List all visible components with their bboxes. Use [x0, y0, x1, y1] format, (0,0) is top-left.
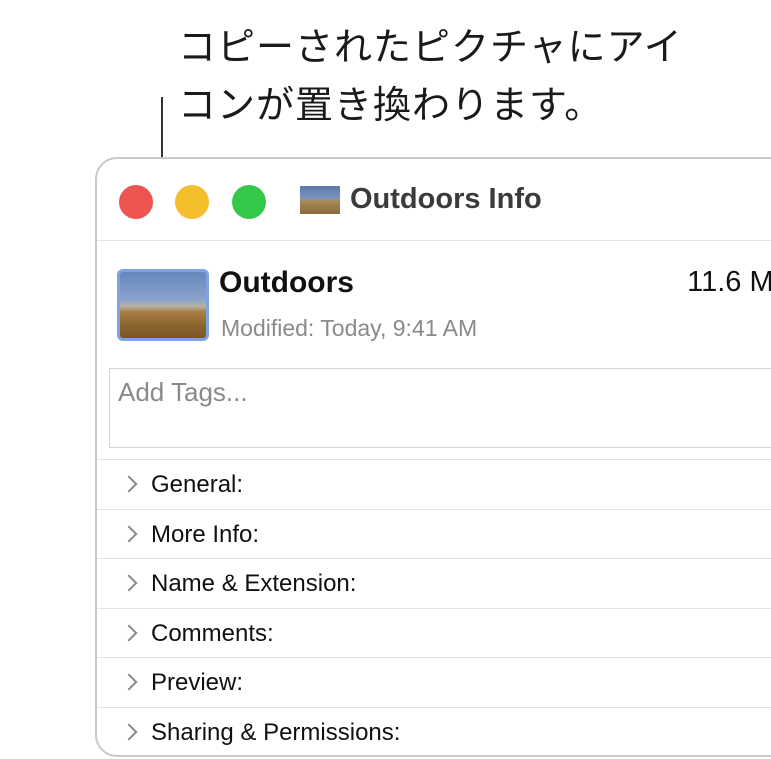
- section-label: Sharing & Permissions:: [151, 718, 401, 746]
- section-preview[interactable]: Preview:: [97, 657, 771, 707]
- outdoors-picture-icon[interactable]: [117, 269, 209, 341]
- section-label: Name & Extension:: [151, 570, 357, 597]
- section-comments[interactable]: Comments:: [97, 607, 771, 658]
- callout-text: コピーされたピクチャにアイ コンが置き換わります。: [178, 18, 758, 134]
- callout-line-2: コンが置き換わります。: [178, 83, 604, 127]
- chevron-right-icon[interactable]: [120, 673, 138, 691]
- file-name: Outdoors: [219, 266, 354, 299]
- chevron-right-icon[interactable]: [120, 525, 138, 542]
- section-label: Comments:: [151, 619, 274, 647]
- info-sections: General: More Info: Name & Extension: Co…: [97, 459, 771, 756]
- window-title: Outdoors Info: [350, 183, 542, 215]
- zoom-button[interactable]: [232, 185, 266, 219]
- close-button[interactable]: [119, 185, 153, 219]
- section-sharing-permissions[interactable]: Sharing & Permissions:: [97, 706, 771, 756]
- section-more-info[interactable]: More Info:: [97, 508, 771, 559]
- chevron-right-icon[interactable]: [120, 574, 138, 592]
- chevron-right-icon[interactable]: [120, 624, 138, 641]
- minimize-button[interactable]: [175, 185, 209, 219]
- title-bar[interactable]: Outdoors Info: [97, 159, 771, 241]
- add-tags-field[interactable]: [109, 368, 771, 448]
- picture-thumbnail-icon: [300, 186, 340, 214]
- section-label: More Info:: [151, 520, 260, 548]
- file-size: 11.6 MB: [687, 266, 771, 298]
- section-label: General:: [151, 471, 244, 498]
- callout-line-1: コピーされたピクチャにアイ: [178, 25, 683, 69]
- info-window: Outdoors Info Outdoors 11.6 MB Modified:…: [95, 157, 771, 757]
- section-label: Preview:: [151, 669, 244, 696]
- chevron-right-icon[interactable]: [120, 475, 138, 493]
- file-modified-date: Modified: Today, 9:41 AM: [221, 315, 478, 341]
- section-general[interactable]: General:: [97, 459, 771, 509]
- section-name-extension[interactable]: Name & Extension:: [97, 558, 771, 608]
- chevron-right-icon[interactable]: [120, 723, 138, 740]
